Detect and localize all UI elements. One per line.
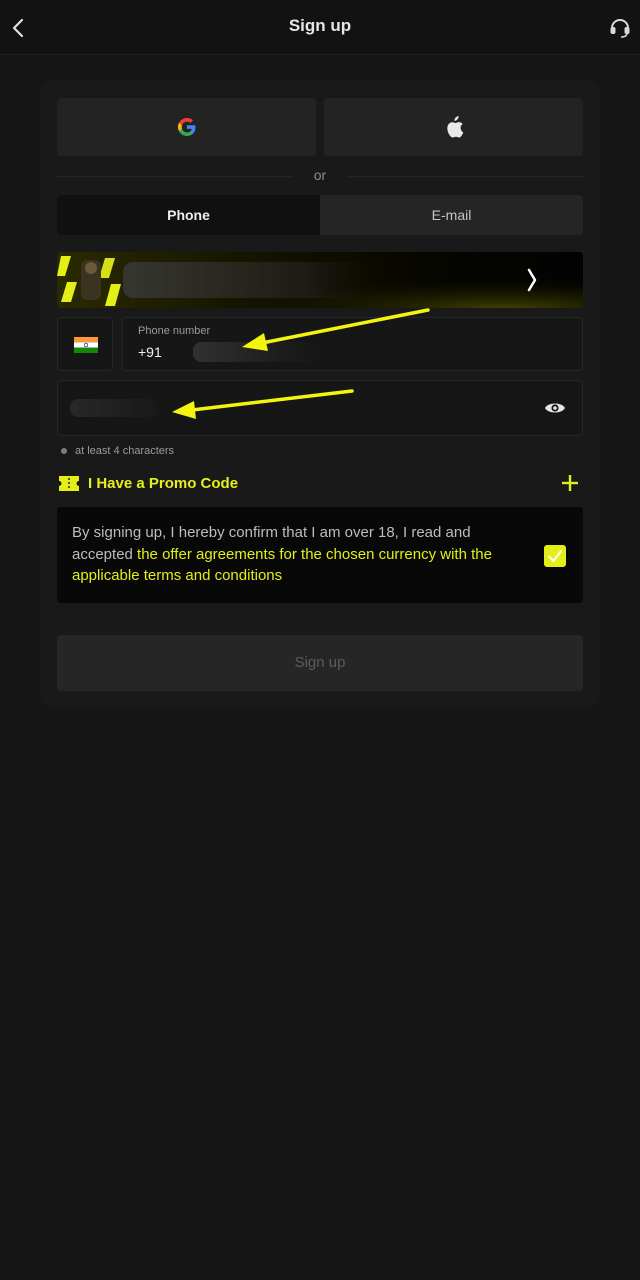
google-icon xyxy=(177,118,195,136)
phone-prefix: +91 xyxy=(138,344,162,360)
password-hint: at least 4 characters xyxy=(61,445,174,457)
signup-submit-button[interactable]: Sign up xyxy=(57,635,583,691)
india-flag-icon xyxy=(74,337,98,353)
eye-icon xyxy=(545,403,565,413)
redacted-password xyxy=(70,399,160,417)
apple-signin-button[interactable] xyxy=(324,98,583,156)
ticket-icon xyxy=(59,476,79,491)
country-code-selector[interactable] xyxy=(57,317,113,371)
password-input[interactable] xyxy=(57,380,583,436)
password-hint-text: at least 4 characters xyxy=(75,445,175,457)
page-title: Sign up xyxy=(288,16,352,35)
headset-icon xyxy=(610,19,630,38)
apple-icon xyxy=(446,116,463,138)
signup-method-tabs: Phone E-mail xyxy=(57,195,583,235)
or-text: or xyxy=(313,167,327,183)
redacted-phone-digits xyxy=(193,342,323,362)
google-signin-button[interactable] xyxy=(57,98,316,156)
tab-phone[interactable]: Phone xyxy=(57,195,320,235)
promo-code-label: I Have a Promo Code xyxy=(88,475,239,492)
phone-number-label: Phone number xyxy=(138,325,211,337)
terms-consent: By signing up, I hereby confirm that I a… xyxy=(57,507,583,603)
hint-bullet xyxy=(61,448,67,455)
plus-icon xyxy=(562,475,578,491)
promo-code-toggle[interactable]: I Have a Promo Code xyxy=(57,472,583,496)
banner-artwork xyxy=(57,252,583,308)
checkmark-icon xyxy=(548,550,562,562)
support-button[interactable] xyxy=(608,15,632,39)
consent-text: By signing up, I hereby confirm that I a… xyxy=(72,522,512,587)
show-password-button[interactable] xyxy=(544,398,566,418)
terms-checkbox[interactable] xyxy=(544,545,566,567)
or-divider: or xyxy=(57,166,583,186)
tab-email[interactable]: E-mail xyxy=(320,195,583,235)
phone-number-input[interactable]: Phone number +91 xyxy=(122,317,583,371)
top-bar: Sign up xyxy=(0,0,640,55)
promo-banner[interactable] xyxy=(57,252,583,308)
